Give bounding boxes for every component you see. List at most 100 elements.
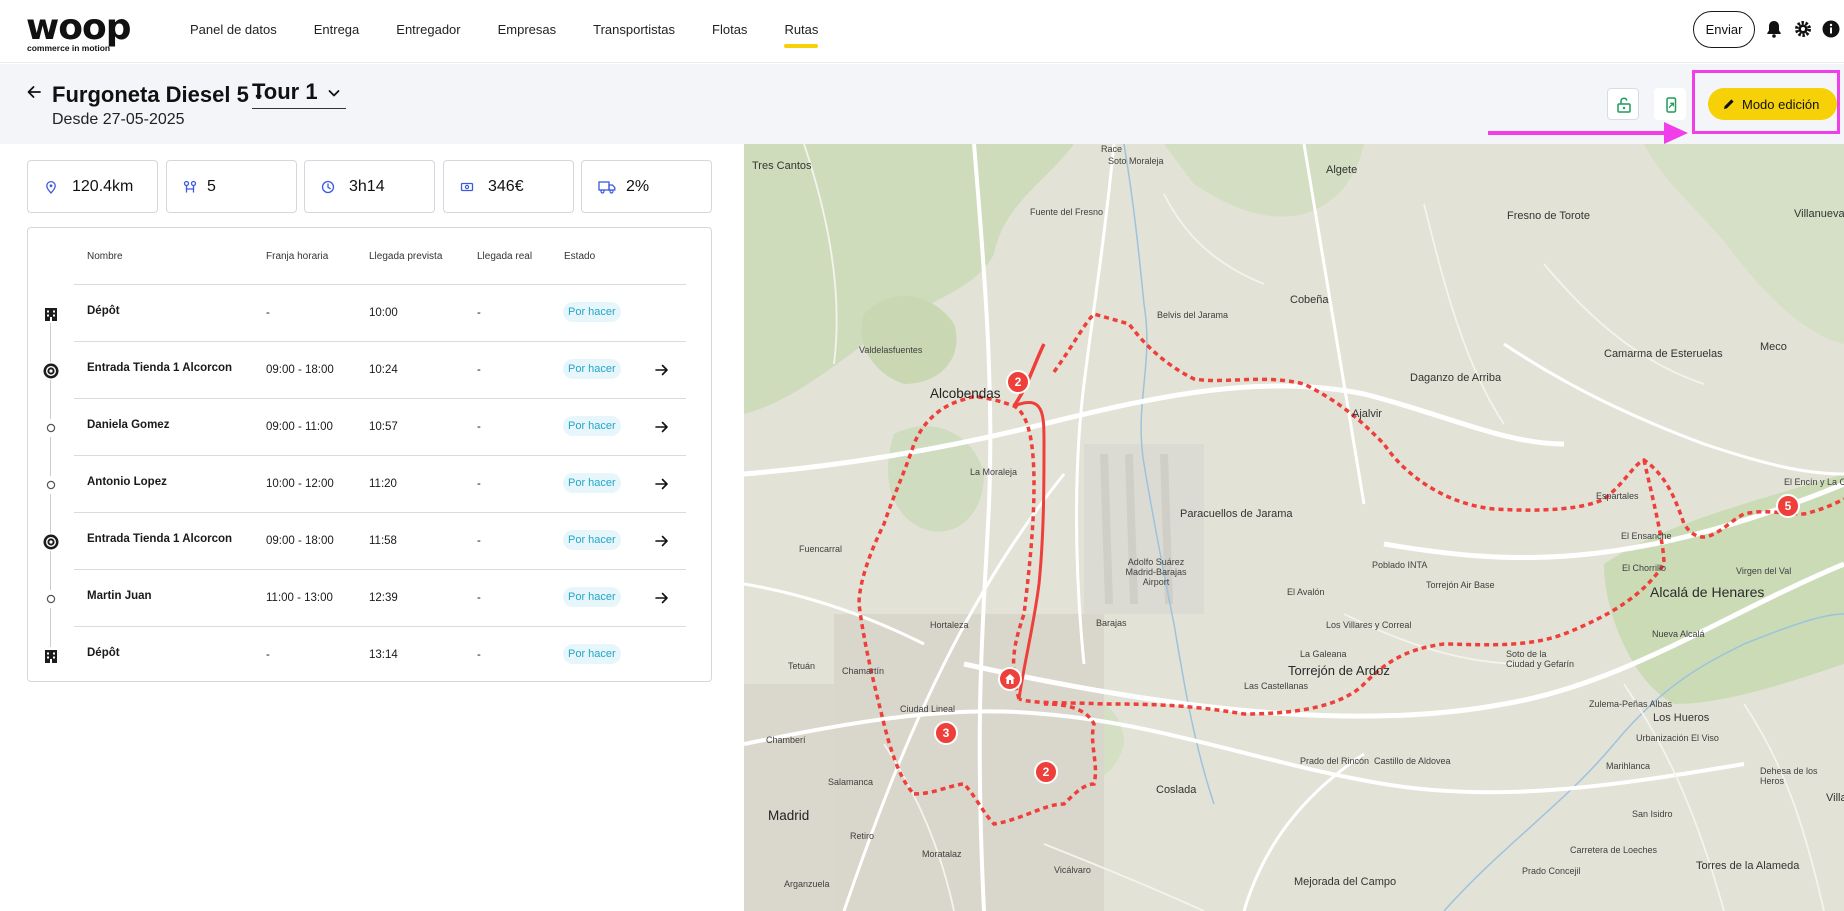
map-label: Espartales bbox=[1596, 491, 1639, 501]
map-label: Villalbi bbox=[1826, 792, 1844, 804]
map-label: El Avalón bbox=[1287, 587, 1325, 597]
column-header-time-window[interactable]: Franja horaria bbox=[266, 251, 328, 262]
column-header-actual-arrival[interactable]: Llegada real bbox=[477, 251, 532, 262]
stat-stops-value: 5 bbox=[207, 178, 216, 195]
nav-item-entrega[interactable]: Entrega bbox=[314, 0, 360, 63]
map-label: Camarma de Esteruelas bbox=[1604, 348, 1723, 360]
route-stop-marker[interactable]: 3 bbox=[934, 721, 958, 745]
map-label: Race bbox=[1101, 144, 1123, 154]
map-label: Adolfo Suárez Madrid-Barajas Airport bbox=[1125, 557, 1187, 587]
map-label: La Moraleja bbox=[970, 467, 1018, 477]
map-label: Prado Concejil bbox=[1522, 866, 1581, 876]
stop-eta: 13:14 bbox=[369, 649, 398, 661]
route-stop-marker[interactable]: 5 bbox=[1776, 494, 1800, 518]
map-label: Torres de la Alameda bbox=[1696, 860, 1800, 872]
stop-time-window: 10:00 - 12:00 bbox=[266, 478, 334, 490]
bell-icon[interactable] bbox=[1764, 19, 1784, 39]
map-label: Meco bbox=[1760, 341, 1787, 353]
map-label: Villanueva d bbox=[1794, 208, 1844, 220]
map-label: Poblado INTA bbox=[1372, 560, 1428, 570]
pickup-icon bbox=[42, 362, 60, 380]
nav-item-entregador[interactable]: Entregador bbox=[396, 0, 460, 63]
main-nav: Panel de datos Entrega Entregador Empres… bbox=[190, 0, 855, 63]
route-stops-table: Nombre Franja horaria Llegada prevista L… bbox=[27, 227, 712, 682]
stat-cost-value: 346€ bbox=[488, 178, 524, 195]
table-row[interactable]: Daniela Gomez 09:00 - 11:00 10:57 - Por … bbox=[28, 399, 713, 456]
column-header-eta[interactable]: Llegada prevista bbox=[369, 251, 442, 262]
edit-mode-button[interactable]: Modo edición bbox=[1708, 88, 1837, 120]
send-button[interactable]: Enviar bbox=[1693, 11, 1755, 48]
nav-item-transportistas[interactable]: Transportistas bbox=[593, 0, 675, 63]
map-label: Chamartín bbox=[842, 666, 885, 676]
map-label: Cobeña bbox=[1290, 294, 1329, 306]
nav-item-empresas[interactable]: Empresas bbox=[498, 0, 557, 63]
column-header-status[interactable]: Estado bbox=[564, 251, 595, 262]
table-row[interactable]: Martin Juan 11:00 - 13:00 12:39 - Por ha… bbox=[28, 570, 713, 627]
location-pin-icon bbox=[46, 180, 56, 194]
depot-icon bbox=[42, 305, 60, 323]
arrow-right-icon[interactable] bbox=[654, 476, 670, 492]
route-stop-marker[interactable]: 2 bbox=[1034, 760, 1058, 784]
back-arrow-icon[interactable] bbox=[24, 82, 44, 102]
stat-load-value: 2% bbox=[626, 178, 650, 195]
table-row[interactable]: Dépôt - 10:00 - Por hacer bbox=[28, 285, 713, 342]
depot-marker[interactable] bbox=[998, 667, 1022, 691]
map-label: Retiro bbox=[850, 831, 875, 841]
stop-dot-icon bbox=[42, 590, 60, 608]
pickup-icon bbox=[42, 533, 60, 551]
stop-eta: 10:57 bbox=[369, 421, 398, 433]
map-label: Algete bbox=[1326, 164, 1358, 176]
route-stop-marker[interactable]: 2 bbox=[1006, 370, 1030, 394]
pencil-icon bbox=[1724, 99, 1734, 109]
gear-icon[interactable] bbox=[1793, 19, 1813, 39]
nav-item-rutas[interactable]: Rutas bbox=[784, 0, 818, 63]
logo-wordmark: woop bbox=[26, 7, 132, 48]
map-label: Fresno de Torote bbox=[1507, 210, 1590, 222]
tour-select-value: Tour 1 bbox=[252, 79, 318, 104]
table-row[interactable]: Entrada Tienda 1 Alcorcon 09:00 - 18:00 … bbox=[28, 342, 713, 399]
map-label: Zulema-Peñas Albas bbox=[1589, 699, 1673, 709]
status-badge: Por hacer bbox=[563, 359, 621, 379]
arrow-right-icon[interactable] bbox=[654, 362, 670, 378]
stat-duration-value: 3h14 bbox=[349, 178, 385, 195]
map-label: Mejorada del Campo bbox=[1294, 876, 1397, 888]
nav-item-flotas[interactable]: Flotas bbox=[712, 0, 747, 63]
tour-select[interactable]: Tour 1 bbox=[252, 79, 346, 109]
column-header-name[interactable]: Nombre bbox=[87, 251, 123, 262]
map-label: Urbanización El Viso bbox=[1636, 733, 1719, 743]
route-since-date: Desde 27-05-2025 bbox=[52, 111, 185, 128]
nav-item-panel-de-datos[interactable]: Panel de datos bbox=[190, 0, 277, 63]
unlock-icon bbox=[1617, 97, 1631, 113]
info-icon[interactable] bbox=[1821, 19, 1841, 39]
route-header: Furgoneta Diesel 5 - Tour 1 Desde 27-05-… bbox=[0, 64, 1844, 144]
arrow-right-icon[interactable] bbox=[654, 533, 670, 549]
stop-name: Dépôt bbox=[87, 647, 120, 659]
route-map[interactable]: Race Soto Moraleja Tres Cantos Fuente de… bbox=[744, 144, 1844, 911]
stop-eta: 11:20 bbox=[369, 478, 397, 490]
stat-distance-value: 120.4km bbox=[72, 178, 134, 195]
map-label: Fuencarral bbox=[799, 544, 843, 554]
mobile-sync-button[interactable] bbox=[1654, 88, 1686, 120]
stop-time-window: 09:00 - 18:00 bbox=[266, 535, 334, 547]
table-row[interactable]: Antonio Lopez 10:00 - 12:00 11:20 - Por … bbox=[28, 456, 713, 513]
table-row[interactable]: Dépôt - 13:14 - Por hacer bbox=[28, 627, 713, 684]
unlock-button[interactable] bbox=[1607, 88, 1639, 120]
top-navigation-bar: woop commerce in motion Panel de datos E… bbox=[0, 0, 1844, 63]
map-label: Soto Moraleja bbox=[1108, 156, 1164, 166]
stop-dot-icon bbox=[42, 419, 60, 437]
stat-distance: 120.4km bbox=[27, 160, 158, 213]
stop-actual-arrival: - bbox=[477, 649, 481, 661]
stop-actual-arrival: - bbox=[477, 421, 481, 433]
stop-time-window: 11:00 - 13:00 bbox=[266, 592, 333, 604]
map-label: Hortaleza bbox=[930, 620, 969, 630]
route-stops-icon bbox=[183, 180, 197, 193]
map-label: Coslada bbox=[1156, 784, 1197, 796]
table-row[interactable]: Entrada Tienda 1 Alcorcon 09:00 - 18:00 … bbox=[28, 513, 713, 570]
woop-logo[interactable]: woop commerce in motion bbox=[26, 7, 142, 54]
map-label: Virgen del Val bbox=[1736, 566, 1792, 576]
arrow-right-icon[interactable] bbox=[654, 590, 670, 606]
edit-mode-label: Modo edición bbox=[1742, 96, 1820, 112]
stop-time-window: 09:00 - 11:00 bbox=[266, 421, 333, 433]
map-label: Castillo de Aldovea bbox=[1374, 756, 1451, 766]
arrow-right-icon[interactable] bbox=[654, 419, 670, 435]
